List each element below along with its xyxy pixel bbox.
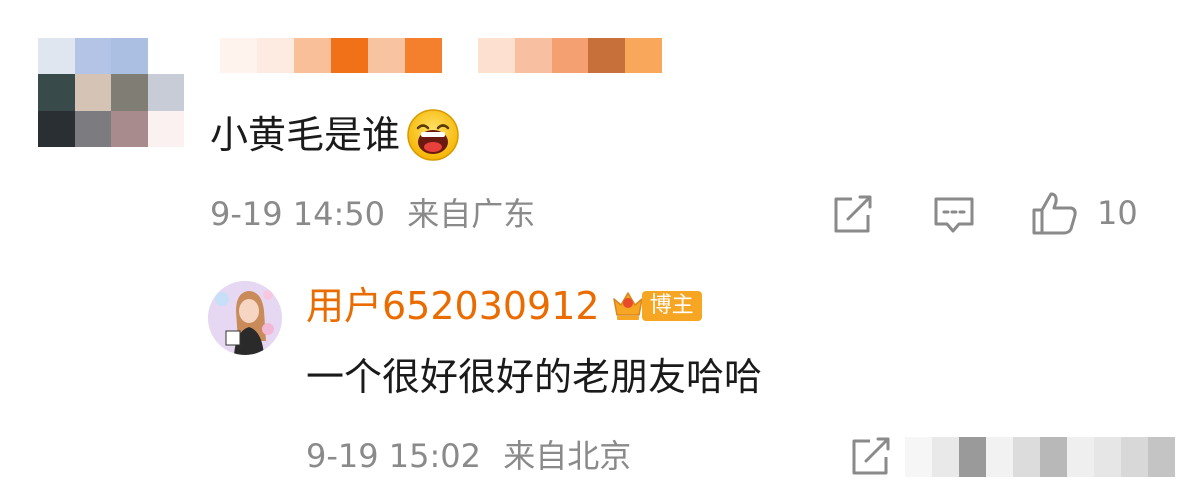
commenter-name-pixelated-2 xyxy=(478,38,662,73)
like-button[interactable]: 10 xyxy=(1031,190,1138,236)
reply-location: 来自北京 xyxy=(503,437,632,475)
thumbs-up-icon[interactable] xyxy=(1031,190,1079,236)
avatar[interactable] xyxy=(208,281,282,355)
commenter-avatar-pixelated[interactable] xyxy=(38,38,184,147)
reply-meta: 9-19 15:02 来自北京 xyxy=(306,440,631,472)
reply-timestamp: 9-19 15:02 xyxy=(306,437,482,475)
share-icon[interactable] xyxy=(832,195,874,235)
like-count: 10 xyxy=(1097,194,1138,232)
comment-text: 小黄毛是谁 xyxy=(210,113,401,157)
laughing-face-emoji-icon xyxy=(406,108,460,162)
commenter-name-pixelated[interactable] xyxy=(220,38,442,73)
reply-header: 用户652030912 博主 xyxy=(306,287,702,325)
reply-share-icon[interactable] xyxy=(850,437,892,477)
comment-icon[interactable] xyxy=(933,195,975,235)
blogger-badge: 博主 xyxy=(610,289,702,323)
reply-text: 一个很好很好的老朋友哈哈 xyxy=(306,355,763,399)
blogger-badge-label: 博主 xyxy=(641,291,702,321)
crown-icon xyxy=(610,289,646,323)
comment-location: 来自广东 xyxy=(407,195,536,233)
reply-actions-pixelated xyxy=(905,437,1175,477)
reply-username[interactable]: 用户652030912 xyxy=(306,287,600,325)
comment-meta: 9-19 14:50 来自广东 xyxy=(210,198,535,230)
comment-body: 小黄毛是谁 xyxy=(210,108,460,162)
comment-timestamp: 9-19 14:50 xyxy=(210,195,386,233)
